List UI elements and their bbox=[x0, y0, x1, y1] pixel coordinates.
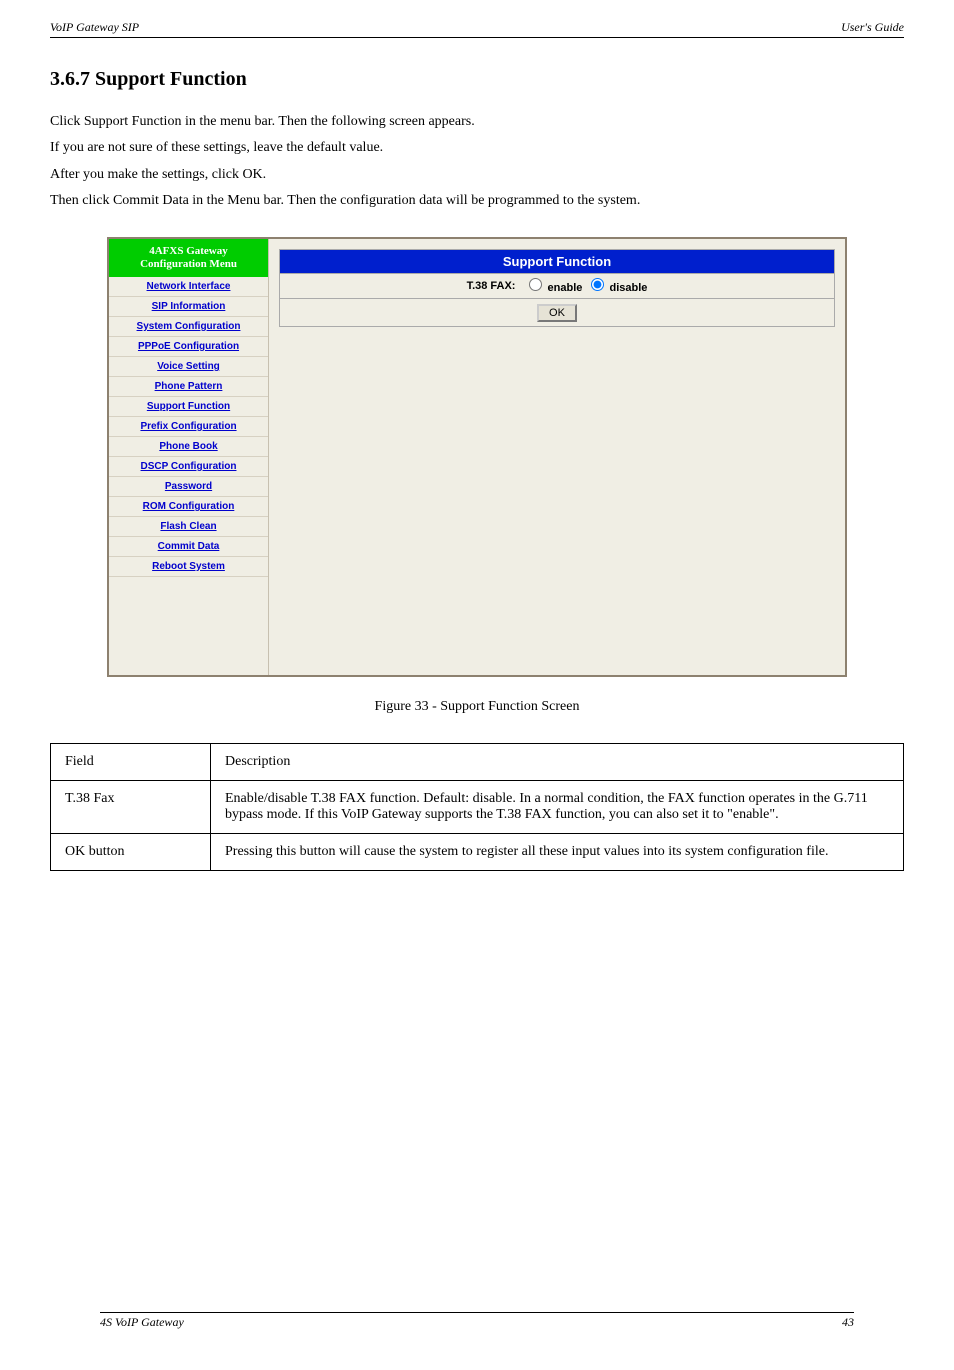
sidebar-item-prefix-configuration[interactable]: Prefix Configuration bbox=[109, 417, 268, 437]
t38-fax-label: T.38 FAX: bbox=[467, 280, 516, 292]
radio-group: enable disable bbox=[523, 278, 647, 294]
sidebar-item-pppoe-configuration[interactable]: PPPoE Configuration bbox=[109, 337, 268, 357]
sidebar-head2: Configuration Menu bbox=[140, 258, 237, 270]
sidebar-link[interactable]: Phone Book bbox=[159, 441, 217, 452]
sidebar-link[interactable]: System Configuration bbox=[137, 321, 241, 332]
sidebar-item-reboot-system[interactable]: Reboot System bbox=[109, 557, 268, 577]
cell-t38-desc: Enable/disable T.38 FAX function. Defaul… bbox=[211, 780, 904, 833]
intro-paragraph: Click Support Function in the menu bar. … bbox=[50, 111, 904, 213]
doc-header: VoIP Gateway SIP User's Guide bbox=[50, 20, 904, 38]
footer-page-number: 43 bbox=[842, 1315, 854, 1330]
t38-enable-radio[interactable] bbox=[529, 278, 542, 291]
intro-line3: After you make the settings, click OK. bbox=[50, 164, 904, 186]
sidebar-head1: 4AFXS Gateway bbox=[149, 245, 228, 257]
sidebar-link[interactable]: Commit Data bbox=[158, 541, 220, 552]
footer-left: 4S VoIP Gateway bbox=[100, 1315, 184, 1330]
disable-label: disable bbox=[610, 282, 648, 294]
sidebar-link[interactable]: Reboot System bbox=[152, 561, 225, 572]
table-row: OK button Pressing this button will caus… bbox=[51, 833, 904, 870]
sidebar-item-password[interactable]: Password bbox=[109, 477, 268, 497]
ok-button[interactable]: OK bbox=[537, 304, 577, 322]
ok-row: OK bbox=[279, 299, 835, 327]
header-description: Description bbox=[211, 743, 904, 780]
screenshot-figure: 4AFXS Gateway Configuration Menu Network… bbox=[107, 237, 847, 677]
sidebar-link[interactable]: Phone Pattern bbox=[155, 381, 223, 392]
figure-caption: Figure 33 - Support Function Screen bbox=[50, 699, 904, 715]
sidebar-link[interactable]: Network Interface bbox=[147, 281, 231, 292]
sidebar-link[interactable]: Voice Setting bbox=[157, 361, 220, 372]
enable-label: enable bbox=[548, 282, 583, 294]
main-panel: Support Function T.38 FAX: enable disabl… bbox=[269, 239, 845, 675]
sidebar-item-system-configuration[interactable]: System Configuration bbox=[109, 317, 268, 337]
sidebar-link[interactable]: Flash Clean bbox=[160, 521, 216, 532]
table-header-row: Field Description bbox=[51, 743, 904, 780]
sidebar-item-support-function[interactable]: Support Function bbox=[109, 397, 268, 417]
table-row: T.38 Fax Enable/disable T.38 FAX functio… bbox=[51, 780, 904, 833]
section-title: 3.6.7 Support Function bbox=[50, 68, 904, 91]
sidebar-heading: 4AFXS Gateway Configuration Menu bbox=[109, 239, 268, 277]
sidebar-link[interactable]: Support Function bbox=[147, 401, 230, 412]
t38-disable-radio[interactable] bbox=[591, 278, 604, 291]
t38-fax-row: T.38 FAX: enable disable bbox=[279, 274, 835, 299]
sidebar-link[interactable]: Password bbox=[165, 481, 212, 492]
header-left: VoIP Gateway SIP bbox=[50, 20, 139, 35]
sidebar-link[interactable]: PPPoE Configuration bbox=[138, 341, 239, 352]
sidebar-item-commit-data[interactable]: Commit Data bbox=[109, 537, 268, 557]
sidebar-item-rom-configuration[interactable]: ROM Configuration bbox=[109, 497, 268, 517]
cell-ok-desc: Pressing this button will cause the syst… bbox=[211, 833, 904, 870]
intro-line4: Then click Commit Data in the Menu bar. … bbox=[50, 190, 904, 212]
parameter-table: Field Description T.38 Fax Enable/disabl… bbox=[50, 743, 904, 871]
doc-footer: 4S VoIP Gateway 43 bbox=[100, 1312, 854, 1330]
sidebar-item-network-interface[interactable]: Network Interface bbox=[109, 277, 268, 297]
sidebar-item-sip-information[interactable]: SIP Information bbox=[109, 297, 268, 317]
sidebar-link[interactable]: ROM Configuration bbox=[143, 501, 235, 512]
header-field: Field bbox=[51, 743, 211, 780]
cell-ok-field: OK button bbox=[51, 833, 211, 870]
sidebar-item-phone-book[interactable]: Phone Book bbox=[109, 437, 268, 457]
sidebar-link[interactable]: SIP Information bbox=[152, 301, 226, 312]
intro-line1: Click Support Function in the menu bar. … bbox=[50, 111, 904, 133]
sidebar-item-phone-pattern[interactable]: Phone Pattern bbox=[109, 377, 268, 397]
config-sidebar: 4AFXS Gateway Configuration Menu Network… bbox=[109, 239, 269, 675]
header-right: User's Guide bbox=[841, 20, 904, 35]
sidebar-item-flash-clean[interactable]: Flash Clean bbox=[109, 517, 268, 537]
sidebar-item-dscp-configuration[interactable]: DSCP Configuration bbox=[109, 457, 268, 477]
cell-t38-field: T.38 Fax bbox=[51, 780, 211, 833]
sidebar-link[interactable]: Prefix Configuration bbox=[140, 421, 236, 432]
sidebar-link[interactable]: DSCP Configuration bbox=[141, 461, 237, 472]
panel-title-bar: Support Function bbox=[279, 249, 835, 274]
sidebar-item-voice-setting[interactable]: Voice Setting bbox=[109, 357, 268, 377]
intro-line2: If you are not sure of these settings, l… bbox=[50, 137, 904, 159]
